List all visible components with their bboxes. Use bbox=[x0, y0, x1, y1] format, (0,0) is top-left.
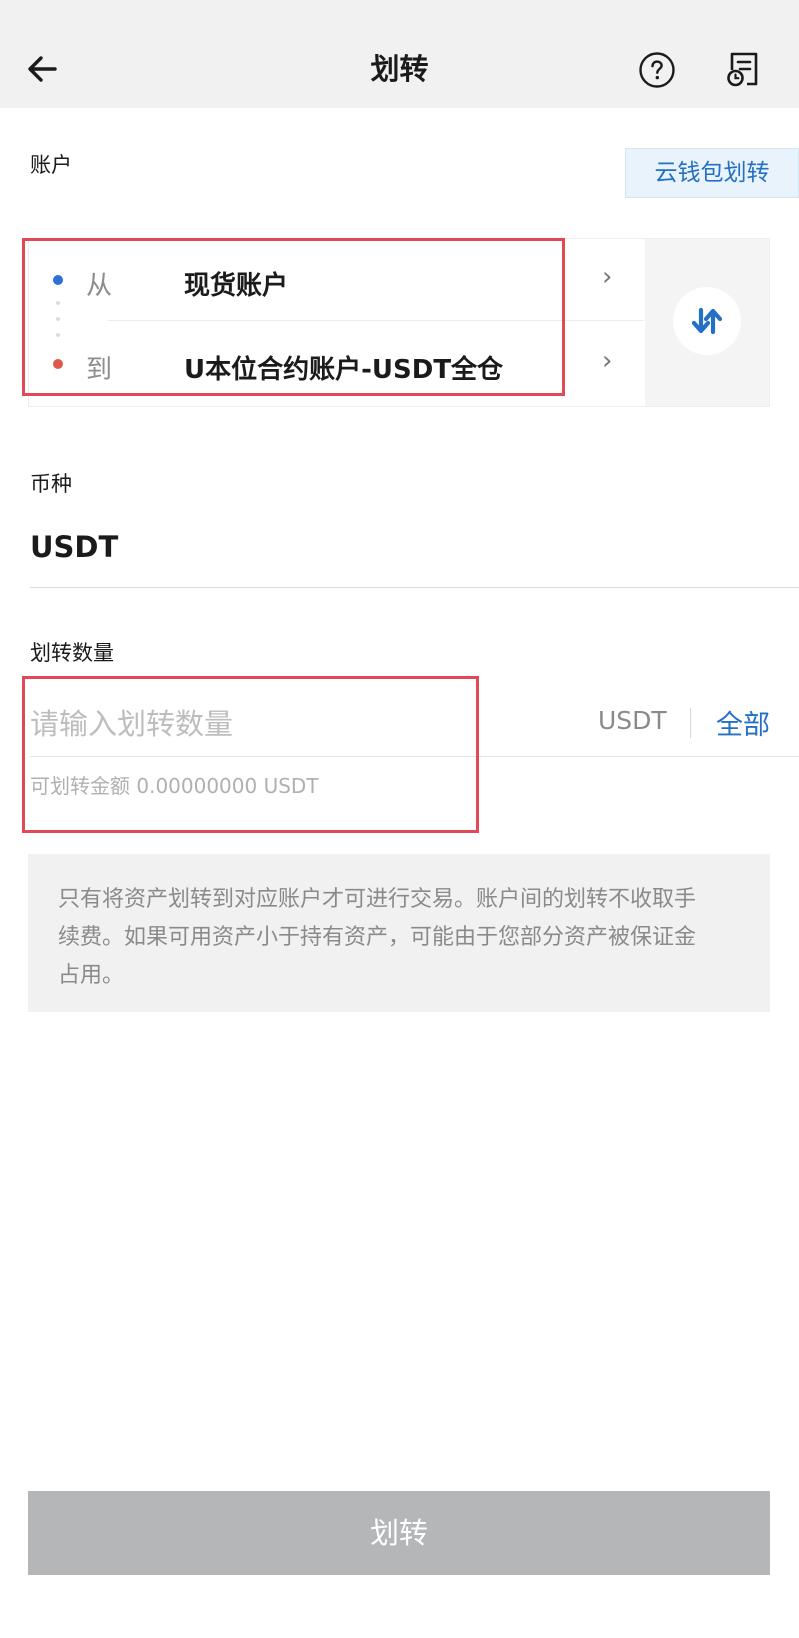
divider bbox=[690, 708, 691, 738]
divider bbox=[30, 587, 799, 588]
info-note: 只有将资产划转到对应账户才可进行交易。账户间的划转不收取手 续费。如果可用资产小… bbox=[28, 854, 770, 1012]
amount-unit: USDT bbox=[598, 706, 667, 735]
cloud-wallet-transfer-button[interactable]: 云钱包划转 bbox=[625, 148, 799, 198]
chevron-right-icon: › bbox=[602, 262, 613, 292]
swap-vertical-icon bbox=[691, 307, 723, 335]
transfer-record-button[interactable] bbox=[722, 48, 764, 90]
transfer-submit-button[interactable]: 划转 bbox=[28, 1491, 770, 1575]
chevron-right-icon: › bbox=[602, 346, 613, 376]
page-title: 划转 bbox=[370, 52, 429, 86]
question-circle-icon bbox=[639, 52, 675, 88]
help-button[interactable] bbox=[638, 51, 676, 89]
highlight-box bbox=[22, 676, 479, 833]
note-line: 只有将资产划转到对应账户才可进行交易。账户间的划转不收取手 bbox=[58, 887, 697, 912]
account-label: 账户 bbox=[30, 153, 72, 177]
note-line: 占用。 bbox=[58, 963, 125, 988]
swap-accounts-button[interactable] bbox=[673, 287, 741, 355]
highlight-box bbox=[22, 238, 565, 396]
all-amount-button[interactable]: 全部 bbox=[716, 703, 770, 742]
currency-selector[interactable]: USDT bbox=[30, 530, 118, 564]
amount-label: 划转数量 bbox=[30, 641, 114, 665]
currency-label: 币种 bbox=[30, 472, 72, 496]
note-line: 续费。如果可用资产小于持有资产，可能由于您部分资产被保证金 bbox=[58, 925, 697, 950]
transfer-record-icon bbox=[727, 52, 758, 87]
